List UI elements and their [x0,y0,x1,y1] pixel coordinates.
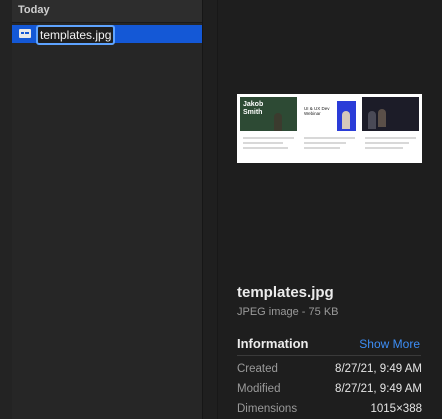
thumbnail-line [243,147,288,149]
information-heading: Information [237,336,309,351]
modified-label: Modified [237,383,281,395]
created-value: 8/27/21, 9:49 AM [335,363,422,375]
thumbnail-panel-1: Jakob Smith [240,97,297,160]
column-divider[interactable] [203,0,218,419]
section-header-today: Today [12,0,202,23]
created-label: Created [237,363,278,375]
preview-pane: Jakob Smith UI & UX Dev Webinar template… [218,0,442,419]
thumbnail-person-3 [368,111,376,129]
file-title: templates.jpg [237,284,334,301]
show-more-button[interactable]: Show More [359,337,420,351]
thumbnail-heading-2: UI & UX Dev Webinar [304,106,330,116]
thumbnail-line [304,142,346,144]
thumbnail-line [304,137,355,139]
thumbnail-line [365,142,409,144]
image-thumbnail[interactable]: Jakob Smith UI & UX Dev Webinar [237,94,422,163]
file-kind-size: JPEG image - 75 KB [237,306,339,318]
thumbnail-person-4 [378,109,386,127]
thumbnail-person-1 [274,113,282,131]
thumbnail-line [243,137,294,139]
section-title: Today [18,4,50,16]
file-list-column[interactable]: Today templates.jpg [12,0,203,419]
file-row-templates[interactable]: templates.jpg [12,25,202,45]
thumbnail-line [365,147,403,149]
thumbnail-panel-3 [362,97,419,160]
thumbnail-person-2 [342,111,350,129]
image-file-icon [19,29,31,38]
dimensions-label: Dimensions [237,403,298,415]
thumbnail-line [365,137,416,139]
thumbnail-line [243,142,283,144]
thumbnail-heading-1: Jakob Smith [243,101,264,116]
thumbnail-line [304,147,340,149]
file-name-edit-field[interactable]: templates.jpg [36,25,116,45]
thumbnail-panel-2: UI & UX Dev Webinar [301,97,358,160]
dimensions-value: 1015×388 [370,403,423,415]
modified-value: 8/27/21, 9:49 AM [335,383,422,395]
info-divider [237,355,421,356]
